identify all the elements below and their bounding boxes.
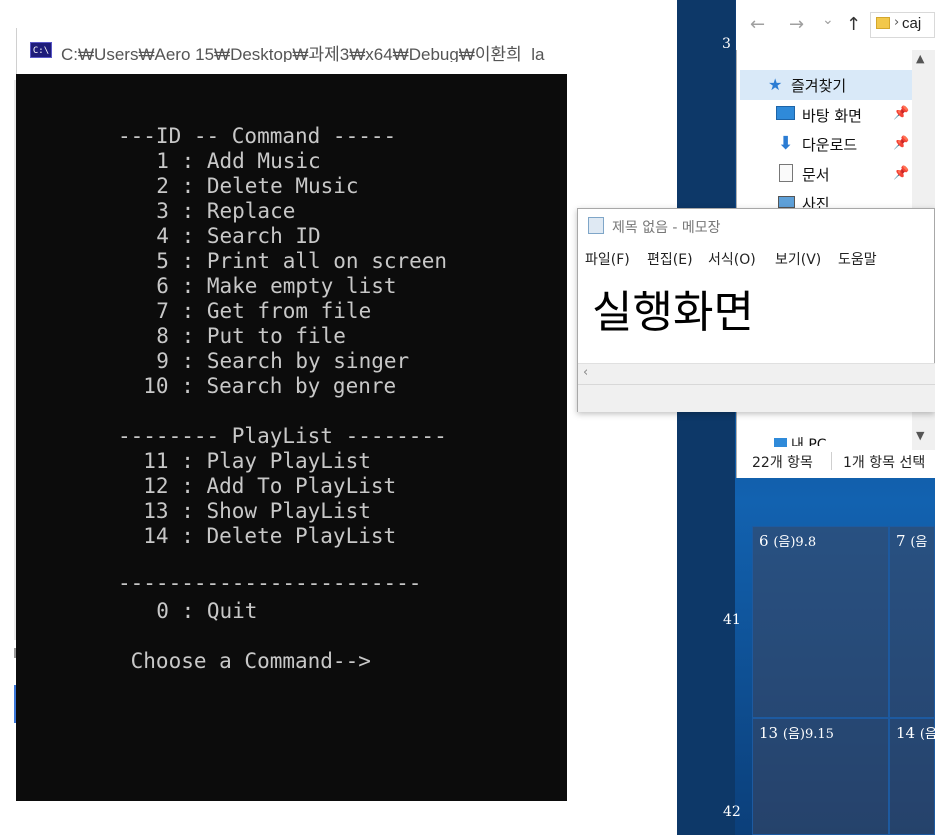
status-item-count: 22개 항목	[752, 455, 813, 471]
document-icon	[779, 164, 793, 182]
notepad-text-area[interactable]: 실행화면	[592, 276, 754, 340]
notepad-icon	[588, 217, 604, 234]
breadcrumb-chevron-icon: ›	[894, 15, 900, 30]
calendar-lunar-date: (음)9.15	[782, 727, 834, 742]
console-app-icon: C:\	[30, 42, 52, 58]
nav-item-documents[interactable]: 문서	[802, 164, 830, 185]
console-line: 13 : Show PlayList	[118, 499, 371, 523]
pc-icon	[774, 438, 787, 447]
console-line: 4 : Search ID	[131, 224, 321, 248]
pictures-icon	[778, 196, 795, 208]
menu-view[interactable]: 보기(V)	[775, 249, 821, 269]
calendar-day-cell[interactable]: 6 (음)9.8	[752, 526, 889, 718]
notepad-title: 제목 없음 - 메모장	[612, 220, 721, 236]
scroll-down-icon[interactable]: ▼	[916, 429, 924, 442]
calendar-lunar-date: (음	[919, 727, 935, 742]
nav-item-this-pc[interactable]: 내 PC	[791, 434, 827, 446]
calendar-day-number: 13	[759, 724, 779, 742]
scroll-left-icon[interactable]: ‹	[583, 365, 588, 380]
pin-icon: 📌	[893, 136, 910, 151]
notepad-horizontal-scrollbar[interactable]	[578, 363, 935, 384]
menu-help[interactable]: 도움말	[838, 249, 877, 269]
calendar-day-cell[interactable]: 13 (음)9.15	[752, 718, 889, 835]
calendar-day-number: 14	[896, 724, 916, 742]
console-line: 1 : Add Music	[131, 149, 321, 173]
console-window-title: C:₩Users₩Aero 15₩Desktop₩과제3₩x64₩Debug₩이…	[61, 45, 545, 62]
recent-dropdown-icon[interactable]: ⌄	[822, 12, 834, 28]
pin-icon: 📌	[893, 166, 910, 181]
pin-icon: 📌	[893, 106, 910, 121]
console-line: 14 : Delete PlayList	[118, 524, 397, 548]
console-line: 3 : Replace	[131, 199, 296, 223]
console-line: ---ID -- Command -----	[118, 124, 397, 148]
calendar-week-number: 41	[723, 612, 741, 628]
console-line: 9 : Search by singer	[131, 349, 410, 373]
console-line: 11 : Play PlayList	[118, 449, 371, 473]
scroll-up-icon[interactable]: ▲	[916, 52, 924, 65]
console-line: 10 : Search by genre	[118, 374, 397, 398]
calendar-lunar-date: (음	[910, 535, 928, 550]
calendar-day-number: 6	[759, 532, 769, 550]
calendar-day-number: 7	[896, 532, 906, 550]
console-prompt: Choose a Command-->	[118, 649, 371, 673]
menu-format[interactable]: 서식(O)	[708, 249, 756, 269]
console-line: -------- PlayList --------	[118, 424, 447, 448]
back-arrow-icon[interactable]: ←	[750, 14, 765, 35]
menu-edit[interactable]: 편집(E)	[647, 249, 693, 269]
address-text: caj	[902, 15, 922, 32]
up-arrow-icon[interactable]: ↑	[846, 14, 861, 35]
star-icon: ★	[768, 75, 783, 94]
nav-item-label: 즐겨찾기	[791, 77, 847, 95]
console-line: ------------------------	[118, 571, 422, 595]
console-line: 5 : Print all on screen	[131, 249, 448, 273]
console-line: 8 : Put to file	[131, 324, 346, 348]
console-output[interactable]: ---ID -- Command ----- 1 : Add Music 2 :…	[16, 74, 567, 801]
download-icon: ⬇	[778, 133, 794, 154]
status-divider	[831, 452, 832, 470]
console-line: 7 : Get from file	[131, 299, 372, 323]
calendar-week-column	[677, 0, 735, 835]
nav-item-downloads[interactable]: 다운로드	[802, 134, 857, 155]
forward-arrow-icon[interactable]: →	[789, 14, 804, 35]
menu-file[interactable]: 파일(F)	[585, 249, 630, 269]
calendar-week-number: 3	[722, 36, 731, 52]
calendar-week-number: 42	[723, 804, 741, 820]
console-line: 2 : Delete Music	[131, 174, 359, 198]
nav-item-desktop[interactable]: 바탕 화면	[802, 105, 862, 126]
desktop-icon	[776, 106, 795, 120]
calendar-day-cell[interactable]: 7 (음	[889, 526, 935, 718]
folder-icon	[876, 17, 890, 29]
status-selection: 1개 항목 선택	[843, 455, 926, 471]
calendar-day-cell[interactable]: 14 (음	[889, 718, 935, 835]
console-line: 12 : Add To PlayList	[118, 474, 397, 498]
calendar-lunar-date: (음)9.8	[773, 535, 817, 550]
console-line: 0 : Quit	[131, 599, 258, 623]
console-line: 6 : Make empty list	[131, 274, 397, 298]
notepad-status-bar	[578, 384, 935, 412]
